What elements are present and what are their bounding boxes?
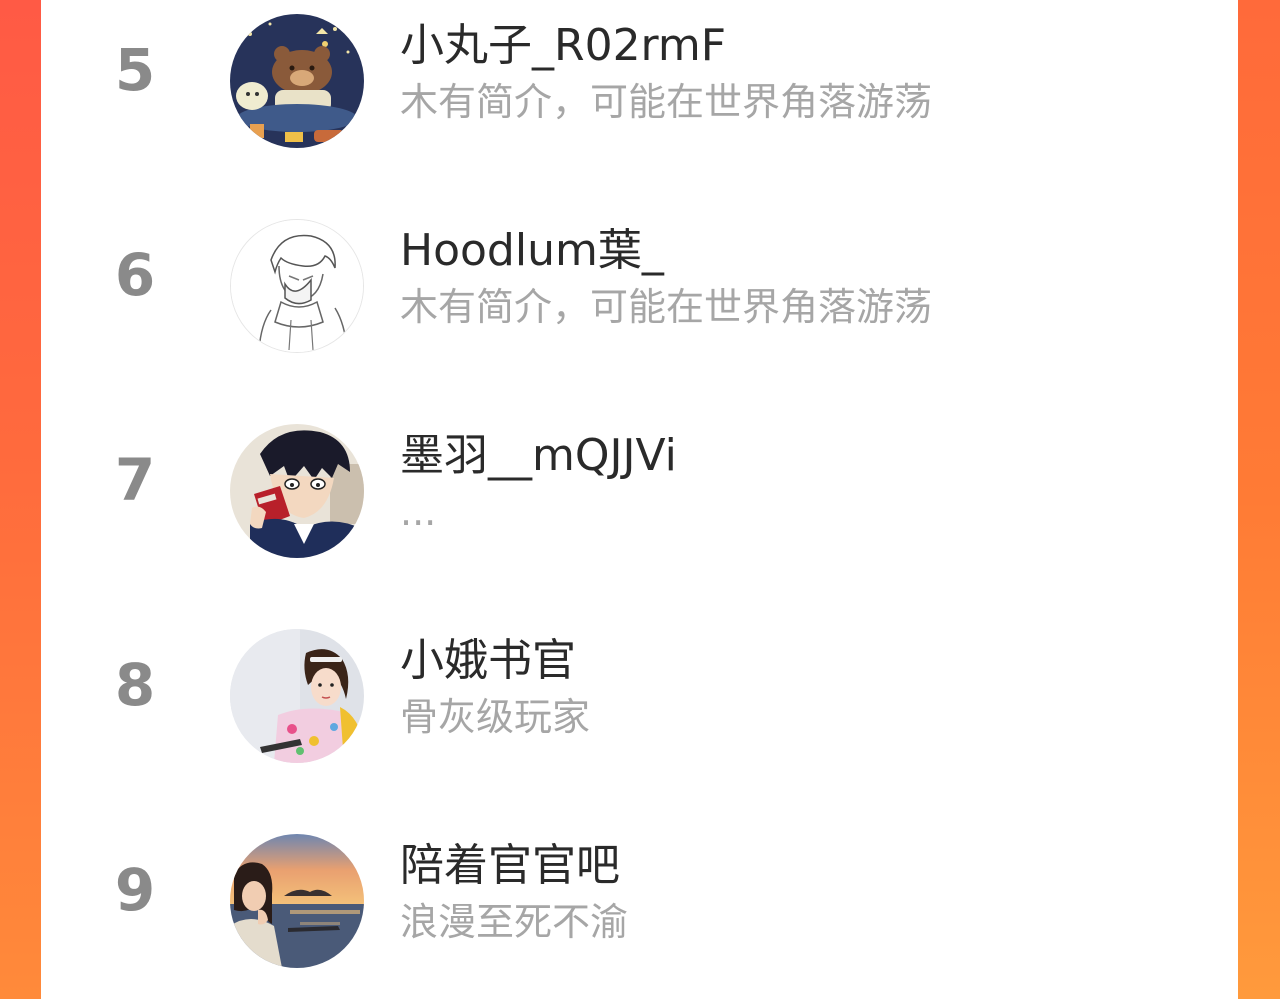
list-item[interactable]: 8 小娥书官 骨灰级玩家 — [41, 615, 1238, 763]
rank-number: 7 — [114, 446, 156, 514]
user-bio: 浪漫至死不渝 — [400, 900, 629, 944]
list-item[interactable]: 7 墨羽__mQJJVi ... — [41, 410, 1238, 558]
ranking-list-panel: 5 小丸子_R02rmF 木有简介，可能在世界角落游荡 6 Hoodlum葉_ … — [41, 0, 1238, 999]
rank-number: 9 — [114, 856, 156, 924]
user-name[interactable]: 小娥书官 — [400, 633, 576, 689]
user-name[interactable]: 墨羽__mQJJVi — [400, 428, 677, 484]
user-bio: 骨灰级玩家 — [400, 695, 591, 739]
background-gradient-right — [1238, 0, 1280, 999]
user-bio: ... — [400, 490, 437, 534]
rank-number: 5 — [114, 36, 156, 104]
user-bio: 木有简介，可能在世界角落游荡 — [400, 285, 933, 329]
avatar[interactable] — [230, 14, 364, 148]
user-name[interactable]: 陪着官官吧 — [400, 838, 620, 894]
girl-photo-avatar-icon — [230, 629, 364, 763]
avatar[interactable] — [230, 424, 364, 558]
list-item[interactable]: 5 小丸子_R02rmF 木有简介，可能在世界角落游荡 — [41, 0, 1238, 148]
sunset-sea-avatar-icon — [230, 834, 364, 968]
avatar[interactable] — [230, 629, 364, 763]
avatar[interactable] — [230, 834, 364, 968]
list-item[interactable]: 6 Hoodlum葉_ 木有简介，可能在世界角落游荡 — [41, 205, 1238, 353]
list-item[interactable]: 9 陪着官官吧 浪漫至死不渝 — [41, 820, 1238, 968]
user-bio: 木有简介，可能在世界角落游荡 — [400, 80, 933, 124]
avatar[interactable] — [230, 219, 364, 353]
sketch-boy-avatar-icon — [231, 220, 363, 352]
bear-illustration-avatar-icon — [230, 14, 364, 148]
rank-number: 6 — [114, 241, 156, 309]
anime-boy-drinking-avatar-icon — [230, 424, 364, 558]
rank-number: 8 — [114, 651, 156, 719]
user-name[interactable]: Hoodlum葉_ — [400, 223, 664, 279]
user-name[interactable]: 小丸子_R02rmF — [400, 18, 726, 74]
